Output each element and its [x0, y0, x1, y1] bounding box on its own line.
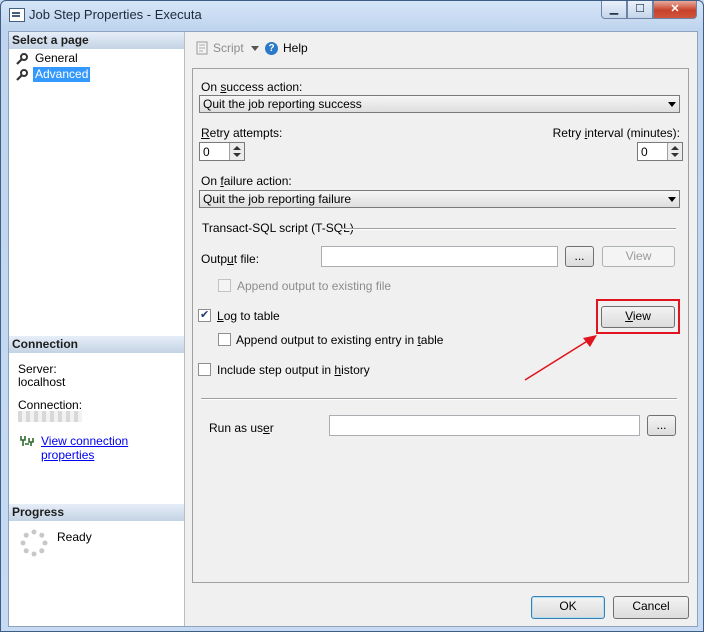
script-button[interactable]: Script: [195, 41, 244, 55]
connection-label: Connection:: [18, 398, 83, 412]
spin-down-icon[interactable]: [671, 153, 679, 157]
wrench-icon: [16, 68, 28, 81]
retry-interval-value: 0: [641, 145, 648, 159]
spin-up-icon[interactable]: [233, 146, 241, 150]
progress-status: Ready: [57, 530, 92, 544]
script-icon: [196, 41, 208, 55]
maximize-button[interactable]: ☐: [627, 1, 653, 19]
advanced-page-content: On success action: Quit the job reportin…: [192, 68, 689, 583]
help-label: Help: [283, 41, 308, 55]
toolbar: Script ? Help: [185, 32, 697, 62]
select-a-page-header: Select a page: [9, 32, 184, 49]
run-as-separator: [201, 398, 677, 400]
red-arrow-annotation: [524, 335, 597, 381]
output-file-label: Output file:: [201, 252, 260, 266]
spin-down-icon[interactable]: [233, 153, 241, 157]
append-entry-label: Append output to existing entry in table: [236, 333, 444, 347]
retry-attempts-spin-buttons[interactable]: [229, 143, 244, 160]
retry-attempts-spinner[interactable]: 0: [199, 142, 245, 161]
retry-attempts-label: Retry attempts:: [201, 126, 283, 140]
page-item-general[interactable]: General: [15, 51, 80, 66]
connection-properties-icon: [20, 436, 34, 446]
job-step-properties-window: Job Step Properties - Executa ▁ ☐ ✕ Sele…: [0, 0, 704, 632]
spin-up-icon[interactable]: [671, 146, 679, 150]
on-success-dropdown[interactable]: Quit the job reporting success: [199, 95, 680, 113]
chevron-down-icon: [668, 197, 676, 202]
left-pane: Select a page General Advanced Connectio…: [9, 32, 185, 626]
right-pane: Script ? Help On success action: Quit th…: [185, 32, 697, 626]
page-label-general: General: [35, 51, 78, 65]
server-label: Server:: [18, 362, 57, 376]
progress-header: Progress: [9, 504, 184, 521]
window-icon: [9, 8, 25, 22]
dialog-client-area: Select a page General Advanced Connectio…: [8, 31, 698, 627]
log-table-view-button[interactable]: View: [601, 306, 675, 328]
on-success-label: On success action:: [201, 80, 303, 94]
on-failure-value: Quit the job reporting failure: [203, 192, 352, 206]
output-file-input[interactable]: [321, 246, 558, 267]
chevron-down-icon: [668, 102, 676, 107]
retry-interval-spin-buttons[interactable]: [667, 143, 682, 160]
script-label: Script: [213, 41, 244, 55]
run-as-user-browse-button[interactable]: ...: [647, 415, 676, 436]
on-success-value: Quit the job reporting success: [203, 97, 362, 111]
minimize-button[interactable]: ▁: [601, 1, 627, 19]
on-failure-dropdown[interactable]: Quit the job reporting failure: [199, 190, 680, 208]
wrench-icon: [16, 52, 28, 65]
log-to-table-checkbox[interactable]: [198, 308, 211, 322]
output-file-browse-button[interactable]: ...: [565, 246, 594, 267]
retry-interval-spinner[interactable]: 0: [637, 142, 683, 161]
page-item-advanced[interactable]: Advanced: [15, 67, 91, 82]
page-label-advanced: Advanced: [33, 67, 91, 82]
view-connection-properties-link[interactable]: View connection properties: [41, 434, 184, 462]
window-controls: ▁ ☐ ✕: [601, 1, 697, 20]
run-as-user-input[interactable]: [329, 415, 640, 436]
connection-header: Connection: [9, 336, 184, 353]
progress-spinner-icon: [20, 529, 48, 557]
ok-button[interactable]: OK: [531, 596, 605, 619]
append-entry-checkbox[interactable]: [218, 333, 231, 346]
run-as-user-label: Run as user: [209, 421, 274, 435]
log-to-table-label: Log to table: [217, 309, 280, 323]
output-file-view-button[interactable]: View: [602, 246, 675, 267]
cancel-button[interactable]: Cancel: [613, 596, 689, 619]
help-button[interactable]: ? Help: [265, 41, 308, 55]
title-bar[interactable]: Job Step Properties - Executa ▁ ☐ ✕: [1, 1, 703, 29]
help-icon: ?: [265, 41, 278, 55]
server-value: localhost: [18, 375, 66, 389]
on-failure-label: On failure action:: [201, 174, 292, 188]
retry-attempts-value: 0: [203, 145, 210, 159]
window-title: Job Step Properties - Executa: [29, 7, 202, 22]
append-output-checkbox[interactable]: [218, 279, 231, 292]
tsql-group-separator: [341, 228, 676, 230]
connection-value-redacted: [18, 411, 82, 422]
include-history-label: Include step output in history: [217, 363, 370, 377]
tsql-group-label: Transact-SQL script (T-SQL): [202, 221, 354, 235]
script-dropdown-icon[interactable]: [251, 46, 259, 51]
append-output-label: Append output to existing file: [237, 279, 392, 293]
close-button[interactable]: ✕: [653, 1, 697, 19]
include-history-checkbox[interactable]: [198, 363, 211, 376]
retry-interval-label: Retry interval (minutes):: [552, 126, 680, 140]
